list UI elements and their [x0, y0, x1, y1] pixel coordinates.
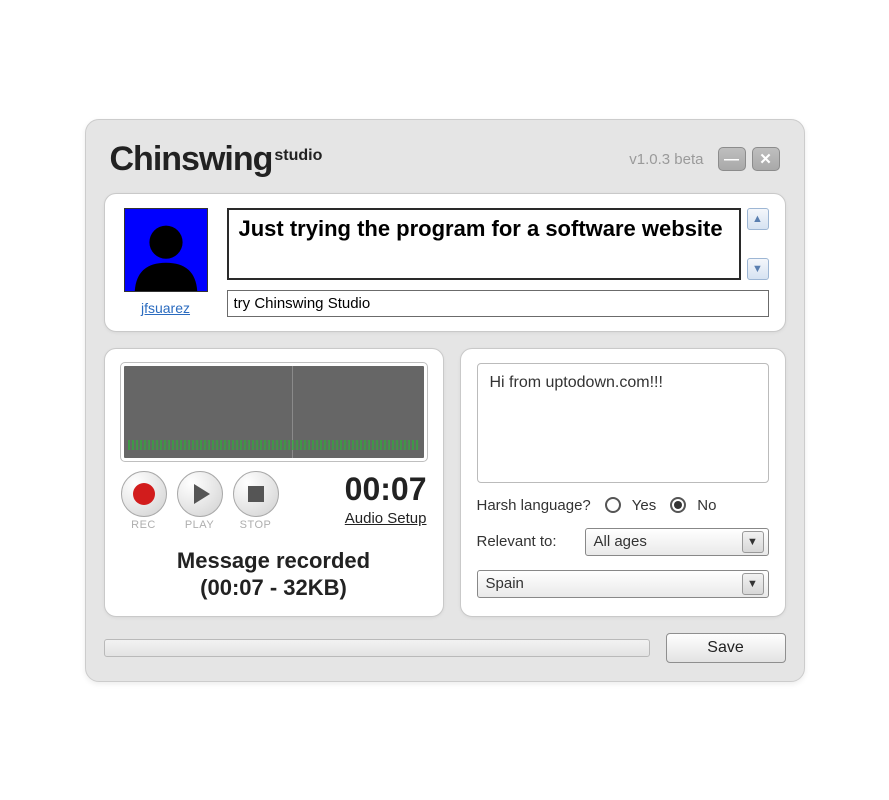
country-row: Spain ▼ [477, 570, 769, 598]
post-title-input[interactable]: Just trying the program for a software w… [227, 208, 741, 280]
footer-row: Save [104, 633, 786, 663]
waveform-level [128, 440, 420, 450]
relevant-value: All ages [594, 533, 647, 550]
country-select[interactable]: Spain ▼ [477, 570, 769, 598]
radio-dot-icon [674, 501, 682, 509]
stop-control: STOP [233, 471, 279, 531]
recorder-status: Message recorded (00:07 - 32KB) [121, 547, 427, 602]
relevant-label: Relevant to: [477, 533, 577, 550]
audio-setup-link[interactable]: Audio Setup [345, 510, 427, 527]
harsh-language-row: Harsh language? Yes No [477, 497, 769, 514]
record-button[interactable] [121, 471, 167, 517]
relevant-select[interactable]: All ages ▼ [585, 528, 769, 556]
window-buttons: — ✕ [718, 147, 780, 171]
recorder-controls: REC PLAY STOP 00:07 Audio Setup [121, 471, 427, 531]
harsh-yes-radio[interactable] [605, 497, 621, 513]
play-icon [194, 484, 210, 504]
rec-control: REC [121, 471, 167, 531]
stop-label: STOP [240, 519, 272, 531]
play-label: PLAY [185, 519, 214, 531]
version-label: v1.0.3 beta [629, 151, 703, 168]
rec-label: REC [131, 519, 156, 531]
middle-row: REC PLAY STOP 00:07 Audio Setup [104, 348, 786, 617]
recorder-panel: REC PLAY STOP 00:07 Audio Setup [104, 348, 444, 617]
close-button[interactable]: ✕ [752, 147, 780, 171]
record-icon [133, 483, 155, 505]
avatar-silhouette-icon [125, 209, 207, 291]
status-line-2: (00:07 - 32KB) [121, 574, 427, 602]
harsh-yes-label: Yes [632, 497, 656, 514]
chevron-down-icon: ▼ [752, 263, 763, 275]
chevron-up-icon: ▲ [752, 213, 763, 225]
chevron-down-icon: ▼ [742, 573, 764, 595]
brand-sub: studio [274, 147, 322, 165]
relevant-row: Relevant to: All ages ▼ [477, 528, 769, 556]
chevron-down-icon: ▼ [742, 531, 764, 553]
brand-main: Chinswing [110, 140, 273, 179]
post-panel: jfsuarez Just trying the program for a s… [104, 193, 786, 332]
scroll-up-button[interactable]: ▲ [747, 208, 769, 230]
minimize-icon: — [724, 151, 739, 168]
app-window: Chinswing studio v1.0.3 beta — ✕ jfsuare… [85, 119, 805, 682]
title-row: Just trying the program for a software w… [227, 208, 769, 280]
progress-bar [104, 639, 650, 657]
close-icon: ✕ [759, 150, 772, 168]
tag-input[interactable] [227, 290, 769, 317]
time-display: 00:07 [345, 471, 427, 508]
status-line-1: Message recorded [121, 547, 427, 575]
play-control: PLAY [177, 471, 223, 531]
stop-icon [248, 486, 264, 502]
title-scroll: ▲ ▼ [747, 208, 769, 280]
brand: Chinswing studio [110, 140, 323, 179]
username-link[interactable]: jfsuarez [141, 300, 190, 316]
metadata-panel: Harsh language? Yes No Relevant to: All … [460, 348, 786, 617]
stop-button[interactable] [233, 471, 279, 517]
harsh-no-radio[interactable] [670, 497, 686, 513]
play-button[interactable] [177, 471, 223, 517]
scroll-down-button[interactable]: ▼ [747, 258, 769, 280]
time-column: 00:07 Audio Setup [345, 471, 427, 527]
titlebar: Chinswing studio v1.0.3 beta — ✕ [104, 136, 786, 193]
country-value: Spain [486, 575, 524, 592]
waveform-display [121, 363, 427, 461]
avatar[interactable] [124, 208, 208, 292]
harsh-language-label: Harsh language? [477, 497, 591, 514]
minimize-button[interactable]: — [718, 147, 746, 171]
save-button[interactable]: Save [666, 633, 786, 663]
avatar-column: jfsuarez [121, 208, 211, 316]
post-fields: Just trying the program for a software w… [227, 208, 769, 317]
harsh-no-label: No [697, 497, 716, 514]
description-input[interactable] [477, 363, 769, 483]
